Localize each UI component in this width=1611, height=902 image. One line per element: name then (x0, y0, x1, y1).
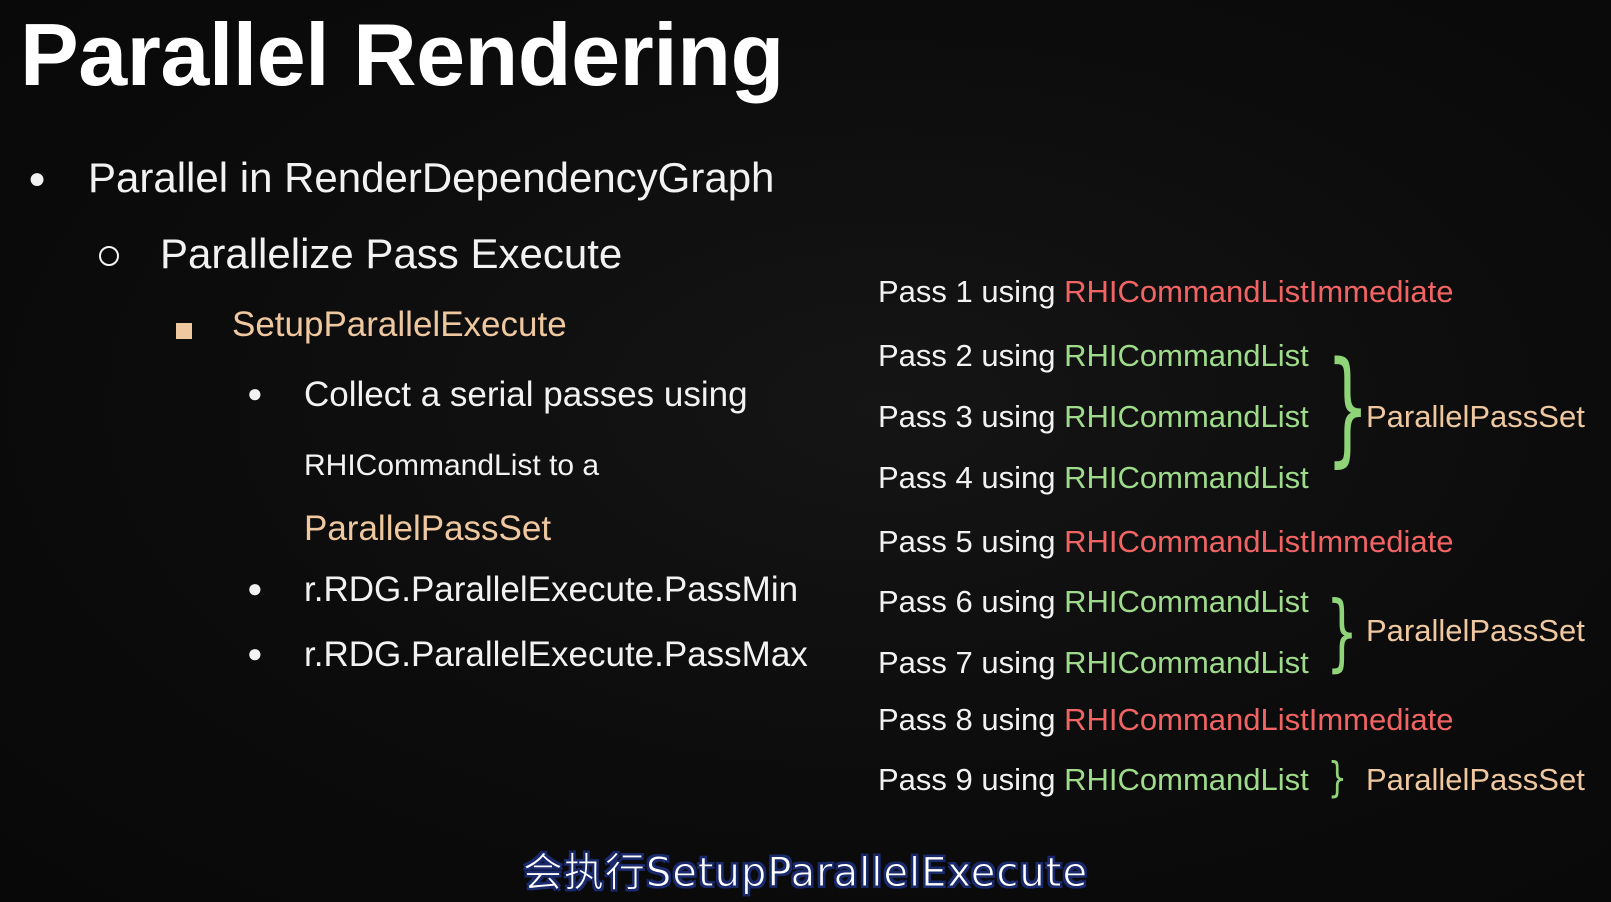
pass-line: Pass 8 using RHICommandListImmediate (878, 702, 1454, 737)
parallel-pass-set-label: ParallelPassSet (1366, 762, 1585, 797)
pass-line: Pass 9 using RHICommandList (878, 762, 1309, 797)
bullet-setup-parallel-execute: SetupParallelExecute (232, 305, 567, 344)
bullet-dot: ● (247, 573, 263, 603)
command-list-name: RHICommandList (1064, 460, 1309, 495)
brace-icon: } (1328, 753, 1347, 802)
command-list-name: RHICommandList (1064, 645, 1309, 680)
command-list-name: RHICommandListImmediate (1064, 524, 1454, 559)
bullet-parallelize-pass: Parallelize Pass Execute (160, 230, 623, 277)
pass-line: Pass 5 using RHICommandListImmediate (878, 524, 1454, 559)
pass-line: Pass 7 using RHICommandList (878, 645, 1309, 680)
pass-line: Pass 4 using RHICommandList (878, 460, 1309, 495)
bullet-parallel-rdg: Parallel in RenderDependencyGraph (88, 154, 775, 201)
brace-icon: } (1326, 336, 1370, 480)
cvar-pass-max: r.RDG.ParallelExecute.PassMax (304, 635, 808, 674)
bullet-dot: ● (247, 378, 263, 408)
bullet-square (176, 323, 192, 339)
collect-line-3: ParallelPassSet (304, 509, 552, 548)
pass-line: Pass 1 using RHICommandListImmediate (878, 274, 1454, 309)
command-list-name: RHICommandListImmediate (1064, 274, 1454, 309)
command-list-name: RHICommandList (1064, 338, 1309, 373)
bullet-dot: ● (28, 162, 47, 195)
command-list-name: RHICommandList (1064, 584, 1309, 619)
video-subtitle: 会执行SetupParallelExecute (522, 850, 1089, 897)
cvar-pass-min: r.RDG.ParallelExecute.PassMin (304, 570, 799, 609)
bullet-dot: ● (247, 638, 263, 668)
pass-line: Pass 2 using RHICommandList (878, 338, 1309, 373)
pass-line: Pass 6 using RHICommandList (878, 584, 1309, 619)
parallel-pass-set-label: ParallelPassSet (1366, 613, 1585, 648)
collect-line-2: RHICommandList to a (304, 449, 600, 482)
bullet-circle (99, 246, 119, 266)
pass-line: Pass 3 using RHICommandList (878, 399, 1309, 434)
brace-icon: } (1326, 583, 1359, 681)
collect-line-1: Collect a serial passes using (304, 375, 748, 414)
command-list-name: RHICommandList (1064, 399, 1309, 434)
command-list-name: RHICommandListImmediate (1064, 702, 1454, 737)
parallel-pass-set-label: ParallelPassSet (1366, 399, 1585, 434)
command-list-name: RHICommandList (1064, 762, 1309, 797)
slide-title: Parallel Rendering (20, 5, 784, 104)
